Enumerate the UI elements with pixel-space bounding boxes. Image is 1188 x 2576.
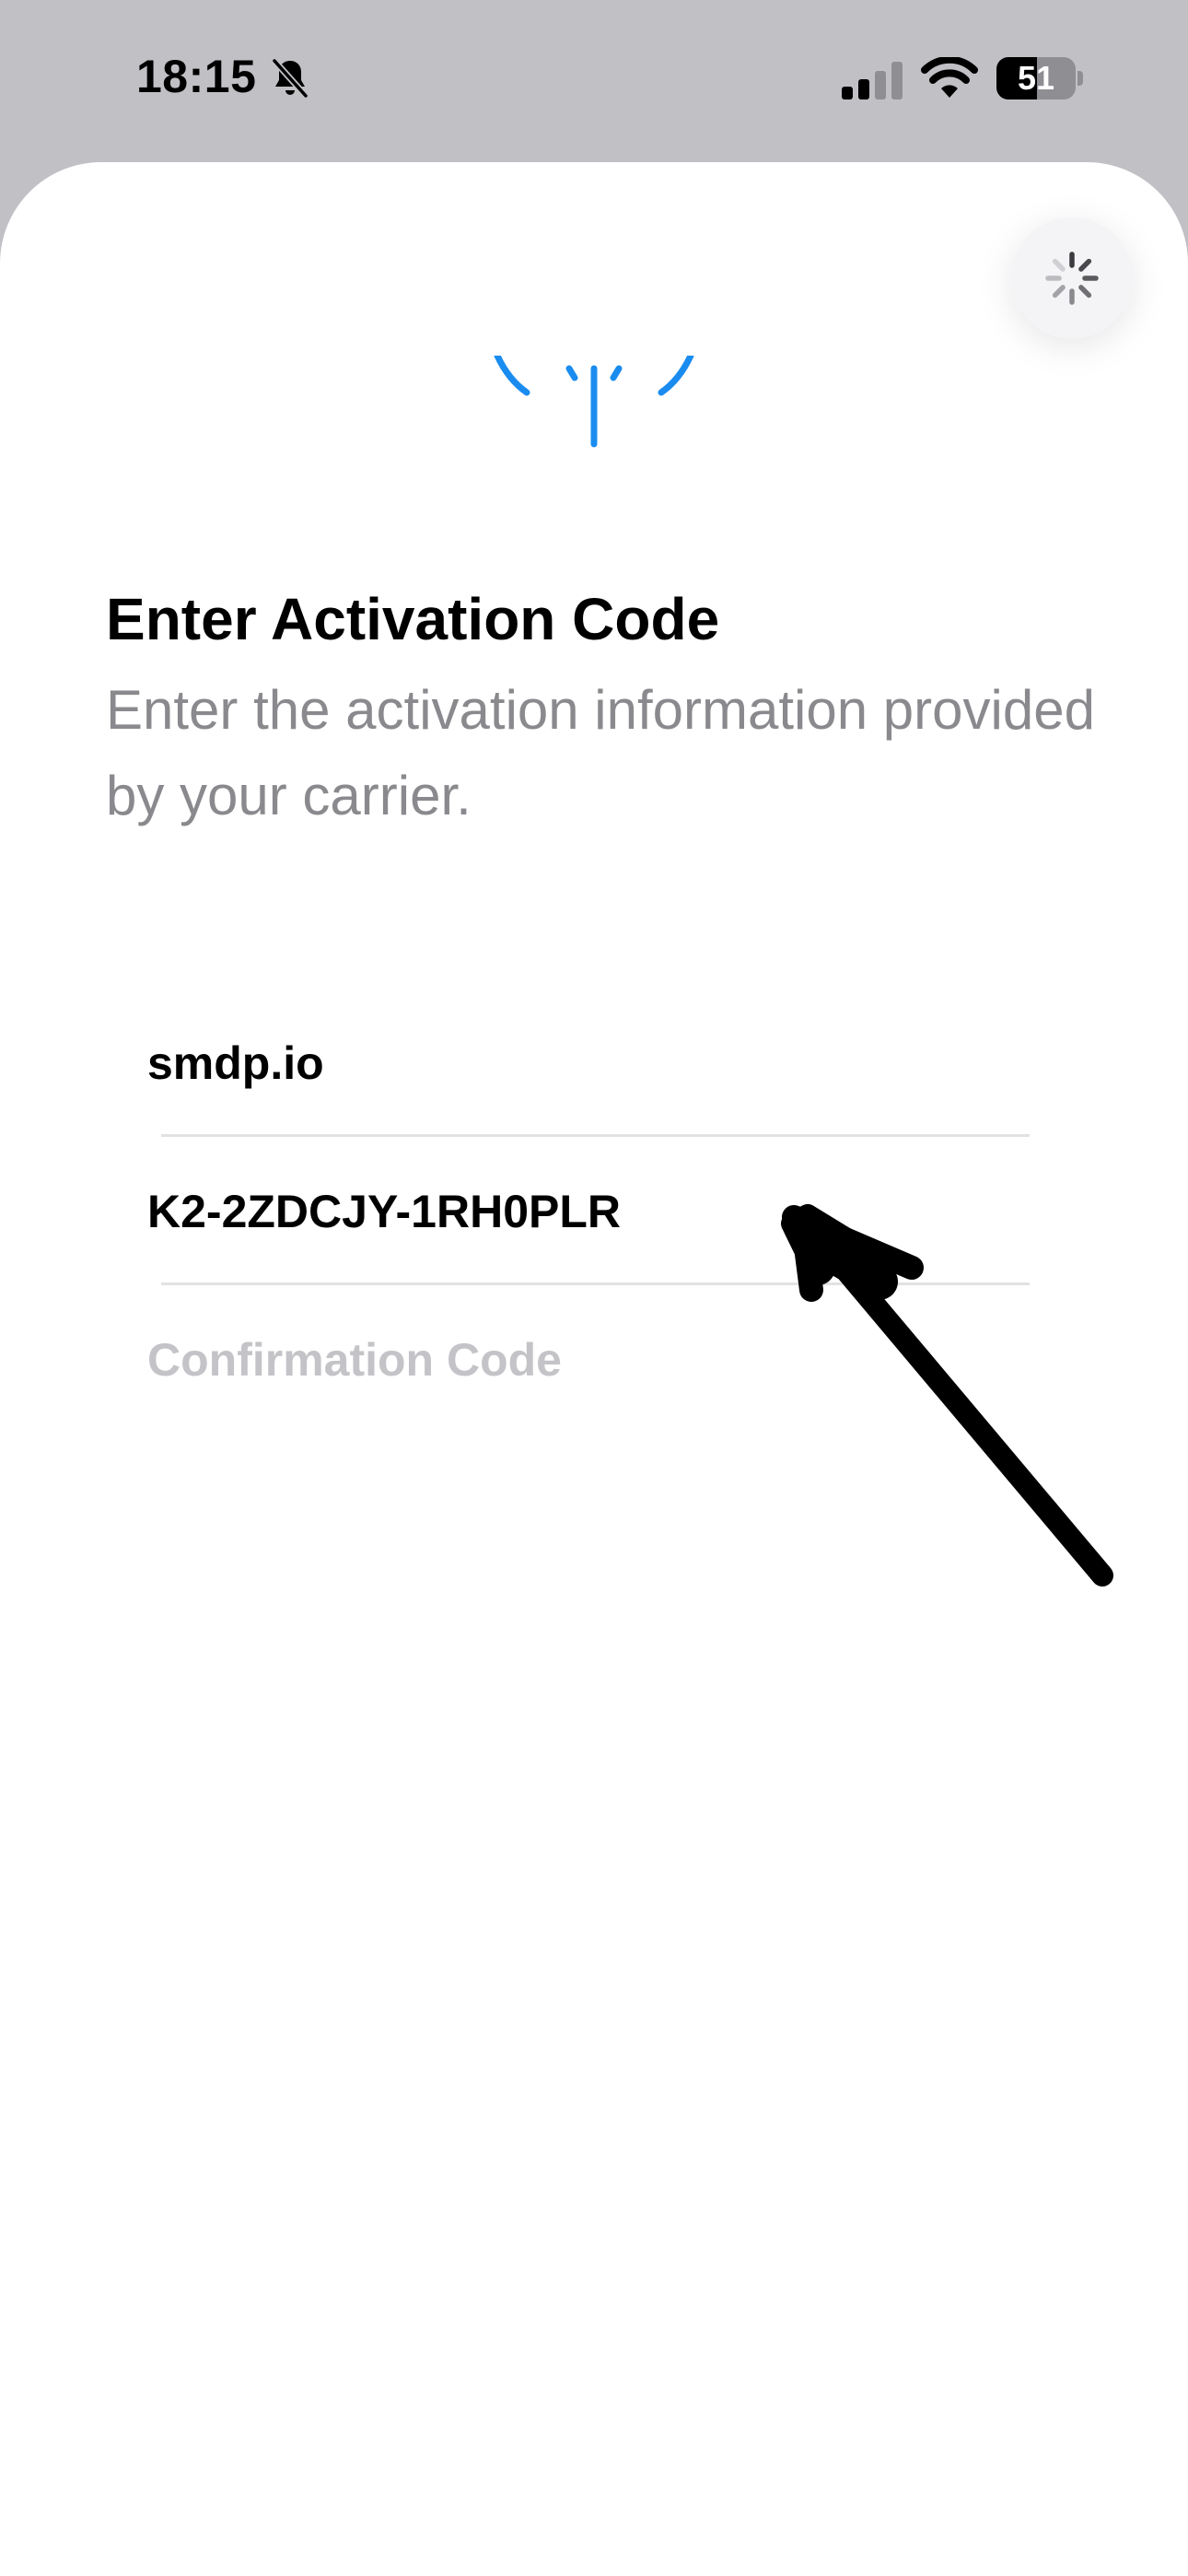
- spinner-icon: [1045, 252, 1099, 305]
- battery-percent: 51: [1017, 59, 1055, 97]
- page-subtitle: Enter the activation information provide…: [106, 679, 1095, 826]
- field-divider: [161, 1282, 1030, 1285]
- page-title: Enter Activation Code: [106, 586, 720, 652]
- activation-sheet: Enter Activation Code Enter the activati…: [0, 162, 1188, 2576]
- status-bar: 18:15 51: [0, 0, 1188, 161]
- cellular-signal-icon: [842, 62, 903, 100]
- battery-icon: 51: [996, 57, 1083, 100]
- field-divider: [161, 1134, 1030, 1137]
- confirmation-code-field[interactable]: [147, 1286, 1031, 1434]
- status-time: 18:15: [136, 51, 257, 102]
- battery-cap: [1077, 71, 1083, 86]
- loading-indicator[interactable]: [1011, 217, 1133, 339]
- bell-slash-icon: [271, 57, 309, 100]
- wifi-icon: [921, 57, 978, 98]
- antenna-icon: [494, 356, 694, 448]
- activation-code-field[interactable]: [147, 1138, 1031, 1285]
- battery-body: 51: [996, 57, 1076, 100]
- smdp-address-field[interactable]: [147, 989, 1031, 1137]
